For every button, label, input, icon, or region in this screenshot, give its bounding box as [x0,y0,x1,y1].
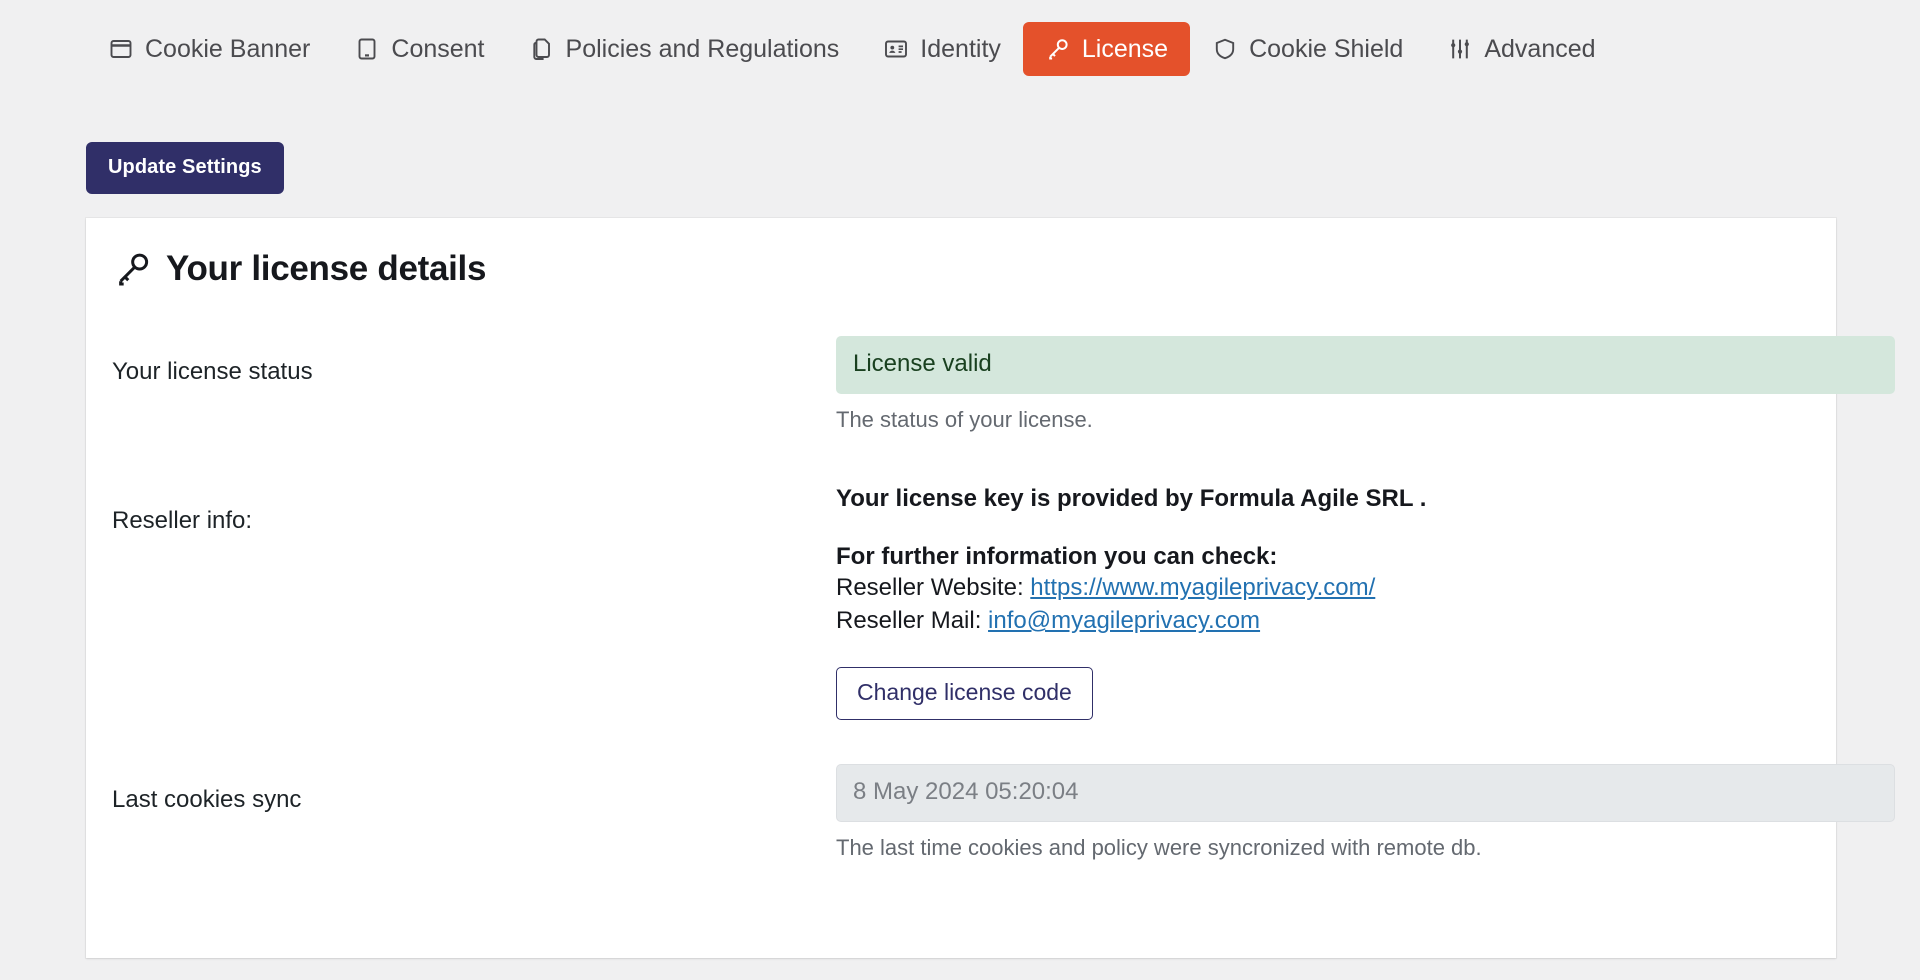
reseller-provided-by: Your license key is provided by Formula … [836,485,1427,512]
license-settings-page: Cookie Banner Consent Policies and Regul… [0,0,1920,980]
license-status-help: The status of your license. [836,407,1093,432]
tab-advanced[interactable]: Advanced [1425,22,1617,76]
row-spacer [112,433,1810,485]
license-status-label: Your license status [112,358,313,385]
license-form: Your license status License valid The st… [112,336,1895,861]
card-title: Your license details [112,248,486,290]
last-sync-help: The last time cookies and policy were sy… [836,835,1482,861]
reseller-website-line: Reseller Website: https://www.myagilepri… [836,571,1810,604]
tab-label: Policies and Regulations [565,34,840,63]
window-icon [108,36,134,62]
tab-label: Cookie Banner [145,34,311,63]
reseller-mail-label: Reseller Mail: [836,607,989,635]
tab-label: Identity [920,34,1001,63]
text-spacer [836,513,1810,543]
reseller-info-field: Your license key is provided by Formula … [836,485,1810,721]
tablet-icon [354,36,380,62]
reseller-further-info-heading: For further information you can check: [836,543,1278,570]
last-sync-value: 8 May 2024 05:20:04 [836,764,1895,823]
tab-consent[interactable]: Consent [332,22,506,76]
row-reseller-info: Reseller info: Your license key is provi… [112,485,1810,721]
reseller-mail-line: Reseller Mail: info@myagileprivacy.com [836,604,1810,637]
license-details-card: Your license details Your license status… [86,218,1895,958]
row-last-cookies-sync: Last cookies sync 8 May 2024 05:20:04 Th… [112,764,1895,861]
settings-tab-bar: Cookie Banner Consent Policies and Regul… [86,22,1618,76]
reseller-website-label: Reseller Website: [836,574,1031,601]
license-status-field: License valid The status of your license… [836,336,1895,433]
last-sync-field: 8 May 2024 05:20:04 The last time cookie… [836,764,1895,861]
id-card-icon [883,36,909,62]
tab-label: License [1081,34,1169,63]
tab-policies-and-regulations[interactable]: Policies and Regulations [507,22,862,76]
row-license-status: Your license status License valid The st… [112,336,1895,433]
card-title-text: Your license details [166,249,487,288]
tab-cookie-shield[interactable]: Cookie Shield [1190,22,1425,76]
tab-license[interactable]: License [1022,22,1191,76]
shield-icon [1212,36,1238,62]
update-settings-button[interactable]: Update Settings [86,142,284,194]
change-license-code-button[interactable]: Change license code [836,667,1093,721]
reseller-mail-link[interactable]: info@myagileprivacy.com [988,607,1260,634]
sliders-icon [1447,36,1473,62]
row-spacer [112,720,1810,764]
tab-label: Consent [391,34,485,63]
tab-label: Cookie Shield [1249,34,1404,63]
last-sync-label: Last cookies sync [112,786,302,814]
license-status-value: License valid [836,336,1895,394]
key-icon [112,248,154,290]
tab-label: Advanced [1484,34,1596,63]
key-icon [1045,36,1071,62]
reseller-info-label: Reseller info: [112,507,253,534]
tab-cookie-banner[interactable]: Cookie Banner [86,22,332,76]
documents-icon [529,36,555,62]
tab-identity[interactable]: Identity [861,22,1023,76]
reseller-website-link[interactable]: https://www.myagileprivacy.com/ [1030,574,1375,601]
